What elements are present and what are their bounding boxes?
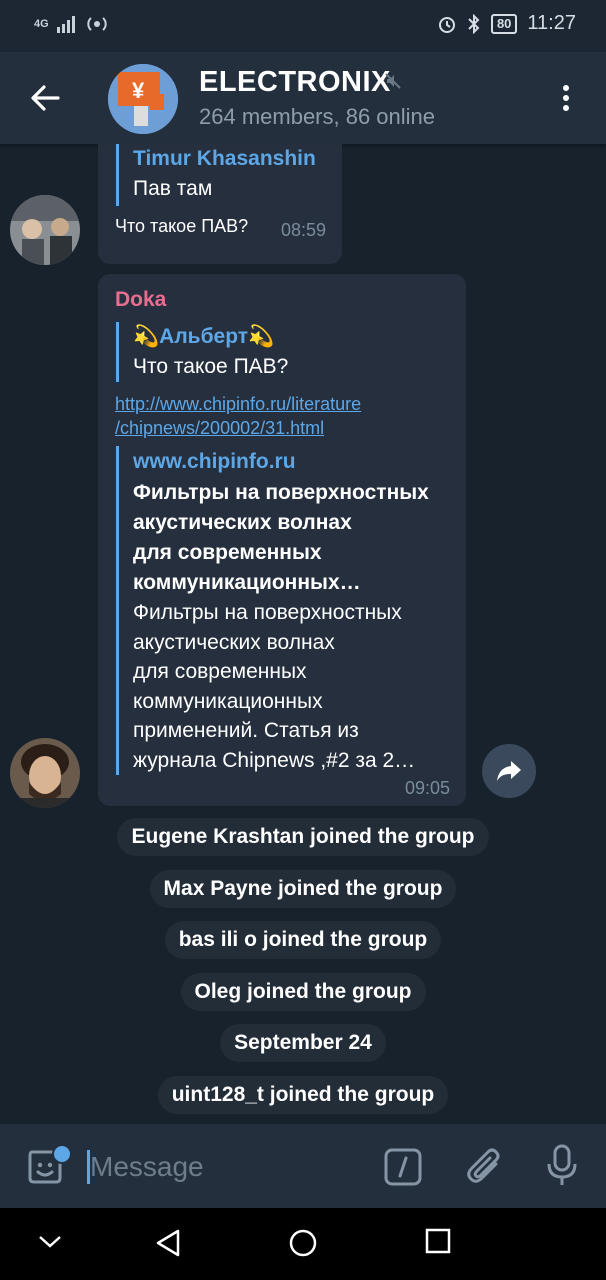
preview-desc-line: акустических волнах xyxy=(133,630,335,654)
notification-dot xyxy=(52,1144,72,1164)
clock: 11:27 xyxy=(527,12,576,34)
user-photo-icon xyxy=(10,195,80,265)
status-bar: 4G 80 11:27 xyxy=(0,0,606,52)
more-vertical-icon xyxy=(563,85,569,91)
service-text: Max Payne joined the group xyxy=(149,870,457,908)
reply-text: Пав там xyxy=(133,177,213,200)
signal-icon xyxy=(56,16,75,33)
group-logo-icon: ¥ xyxy=(108,64,178,134)
alarm-icon xyxy=(438,16,455,33)
preview-desc-line: применений. Статья из xyxy=(133,719,359,742)
nav-recents-button[interactable] xyxy=(425,1228,451,1259)
message-text: Что такое ПАВ? xyxy=(115,216,249,236)
service-text: Oleg joined the group xyxy=(180,973,426,1011)
link-line: /chipnews/200002/31.html xyxy=(115,418,325,438)
attach-button[interactable] xyxy=(466,1146,504,1186)
bluetooth-icon xyxy=(468,13,480,34)
service-message: Oleg joined the group xyxy=(0,973,606,1011)
hotspot-icon xyxy=(86,17,107,31)
nav-home-button[interactable] xyxy=(288,1228,318,1263)
link-preview[interactable]: www.chipinfo.ru Фильтры на поверхностных… xyxy=(116,446,429,775)
bot-command-button[interactable] xyxy=(384,1148,422,1186)
service-message: bas ili o joined the group xyxy=(0,921,606,959)
status-left: 4G xyxy=(34,14,107,34)
preview-desc-line: журнала Chipnews ,#2 за 2… xyxy=(133,748,416,772)
date-text: September 24 xyxy=(220,1024,386,1062)
circle-home-icon xyxy=(289,1229,317,1257)
reply-author: 💫Альберт💫 xyxy=(133,325,275,348)
chevron-down-icon xyxy=(39,1236,61,1248)
date-separator: September 24 xyxy=(0,1024,606,1062)
group-avatar[interactable]: ¥ xyxy=(108,64,178,134)
status-right: 80 11:27 xyxy=(437,12,576,35)
voice-button[interactable] xyxy=(546,1144,578,1188)
preview-title-line: Фильтры на поверхностных xyxy=(133,481,429,504)
group-members-count: 264 members, 86 online xyxy=(199,104,436,129)
sender-name[interactable]: Doka xyxy=(115,288,166,312)
message-bubble[interactable]: Doka 💫Альберт💫 Что такое ПАВ? http://www… xyxy=(98,274,466,806)
preview-desc-line: коммуникационных xyxy=(133,689,323,713)
message-time: 09:05 xyxy=(405,778,451,798)
service-text: uint128_t joined the group xyxy=(157,1076,449,1114)
reply-text: Что такое ПАВ? xyxy=(133,355,289,378)
reply-author: Timur Khasanshin xyxy=(133,147,316,170)
preview-title-line: для современных xyxy=(133,541,322,564)
message-composer: Message xyxy=(0,1124,606,1208)
share-icon xyxy=(497,761,521,781)
preview-desc-line: для современных xyxy=(133,660,307,683)
avatar[interactable] xyxy=(10,738,80,808)
service-message: Eugene Krashtan joined the group xyxy=(0,818,606,856)
system-nav-bar xyxy=(0,1208,606,1280)
microphone-icon xyxy=(547,1144,577,1185)
command-icon xyxy=(384,1148,422,1186)
group-title[interactable]: ELECTRONIX xyxy=(199,66,391,99)
message-link[interactable]: http://www.chipinfo.ru/literature /chipn… xyxy=(115,392,361,440)
preview-site: www.chipinfo.ru xyxy=(133,450,296,473)
preview-title-line: коммуникационных… xyxy=(133,571,361,594)
service-text: bas ili o joined the group xyxy=(164,921,442,959)
muted-icon xyxy=(385,73,401,89)
link-line: http://www.chipinfo.ru/literature xyxy=(115,394,362,414)
reply-quote[interactable]: Timur Khasanshin Пав там xyxy=(116,144,316,206)
chat-header: ¥ ELECTRONIX 264 members, 86 online xyxy=(0,52,606,144)
reply-quote[interactable]: 💫Альберт💫 Что такое ПАВ? xyxy=(116,322,288,382)
more-options-button[interactable] xyxy=(555,82,577,116)
hide-nav-button[interactable] xyxy=(38,1234,62,1255)
network-type: 4G xyxy=(34,18,49,30)
service-text: Eugene Krashtan joined the group xyxy=(117,818,489,856)
message-time: 08:59 xyxy=(281,220,327,240)
message-input[interactable]: Message xyxy=(90,1150,204,1184)
avatar[interactable] xyxy=(10,195,80,265)
battery-indicator: 80 xyxy=(490,13,518,34)
message-list[interactable]: Timur Khasanshin Пав там Что такое ПАВ? … xyxy=(0,144,606,1124)
preview-title-line: акустических волнах xyxy=(133,511,352,534)
service-message: uint128_t joined the group xyxy=(0,1076,606,1114)
preview-desc-line: Фильтры на поверхностных xyxy=(133,601,402,624)
back-button[interactable] xyxy=(28,82,64,114)
user-photo-icon xyxy=(10,738,80,808)
message-bubble[interactable]: Timur Khasanshin Пав там Что такое ПАВ? … xyxy=(98,144,342,264)
svg-text:¥: ¥ xyxy=(132,78,145,103)
share-button[interactable] xyxy=(482,744,536,798)
triangle-back-icon xyxy=(156,1229,180,1257)
paperclip-icon xyxy=(467,1148,500,1183)
square-recents-icon xyxy=(425,1228,451,1254)
service-message: Max Payne joined the group xyxy=(0,870,606,908)
arrow-left-icon xyxy=(31,85,60,111)
nav-back-button[interactable] xyxy=(154,1228,182,1263)
